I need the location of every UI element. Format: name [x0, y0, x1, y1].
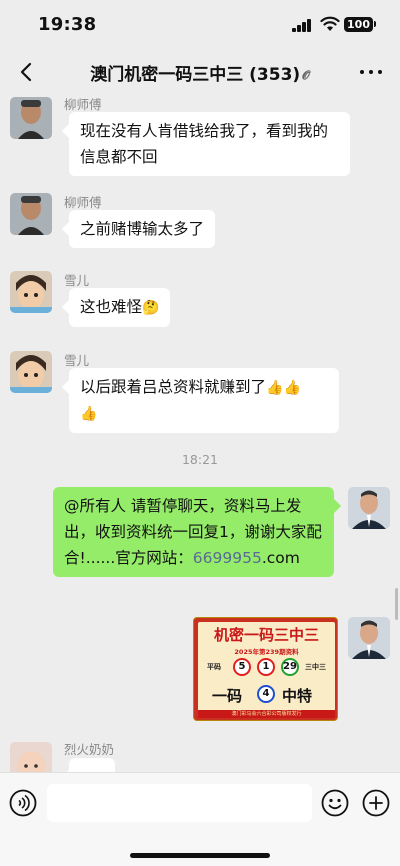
sender-name: 柳师傅	[64, 97, 102, 112]
avatar-liehuo-nainai[interactable]	[10, 742, 52, 772]
input-bar	[0, 772, 400, 866]
message-bubble[interactable]: 之前赌博输太多了	[69, 210, 216, 248]
message-bubble[interactable]	[69, 758, 115, 772]
wifi-icon	[320, 16, 340, 31]
back-chevron-icon[interactable]	[14, 58, 40, 86]
message-text: 以后跟着吕总资料就赚到了	[80, 378, 267, 396]
status-bar: 19:38 100	[0, 0, 400, 50]
sender-name: 烈火奶奶	[64, 742, 115, 757]
voice-input-icon[interactable]	[8, 788, 38, 818]
ball-number: 5	[233, 658, 251, 676]
battery-tip	[374, 21, 376, 27]
link-suffix: .com	[261, 549, 300, 567]
plus-icon[interactable]	[361, 788, 391, 818]
nav-bar: 澳门机密一码三中三 (353) 𝓞	[0, 50, 400, 94]
thumbs-up-icon: 👍	[80, 406, 98, 422]
sender-name: 雪儿	[64, 273, 90, 288]
ball-number: 1	[257, 658, 275, 676]
lottery-right-label: 三中三	[305, 663, 326, 671]
avatar-me[interactable]	[348, 617, 390, 659]
scroll-indicator[interactable]	[395, 588, 398, 620]
avatar-liushifu[interactable]	[10, 97, 52, 139]
my-message-bubble[interactable]: @所有人 请暂停聊天，资料马上发出，收到资料统一回复1，谢谢大家配合!.....…	[53, 487, 334, 577]
chat-title-text: 澳门机密一码三中三 (353)	[90, 65, 301, 85]
mute-ear-icon: 𝓞	[302, 67, 310, 82]
avatar-me[interactable]	[348, 487, 390, 529]
special-ball-number: 4	[257, 685, 275, 703]
message-input[interactable]	[47, 784, 312, 822]
sender-name: 柳师傅	[64, 195, 102, 210]
message-bubble[interactable]: 这也难怪🤔	[69, 288, 171, 327]
sender-name: 雪儿	[64, 353, 90, 368]
lottery-title: 机密一码三中三	[213, 626, 319, 644]
screen: 19:38 100 澳门机密一码三中三 (353) 𝓞 柳师傅 现在没有人肯借钱给…	[0, 0, 400, 866]
lottery-yima-right: 中特	[282, 687, 313, 705]
home-indicator	[130, 853, 270, 858]
lottery-yima-left: 一码	[212, 687, 243, 705]
lottery-image[interactable]: 机密一码三中三 2025年第239期资料 平码 5 1 29 三中三 一码 4 …	[193, 617, 338, 721]
clock: 19:38	[38, 14, 97, 35]
avatar-xueer[interactable]	[10, 351, 52, 393]
ball-number: 29	[281, 658, 299, 676]
lottery-footer: 澳门彩马会六合彩公司版权发行	[198, 710, 335, 718]
avatar-liushifu[interactable]	[10, 193, 52, 235]
cellular-signal-icon	[292, 19, 312, 32]
chat-area[interactable]: 柳师傅 现在没有人肯借钱给我了，看到我的信息都不回 柳师傅 之前赌博输太多了 雪…	[0, 94, 400, 772]
more-options-icon[interactable]	[358, 64, 384, 80]
thumbs-up-icon: 👍	[266, 379, 284, 396]
message-bubble[interactable]: 现在没有人肯借钱给我了，看到我的信息都不回	[69, 112, 350, 176]
battery-icon: 100	[344, 17, 373, 32]
avatar-xueer[interactable]	[10, 271, 52, 313]
lottery-left-label: 平码	[207, 663, 221, 671]
thumbs-up-icon: 👍	[283, 379, 301, 396]
emoji-icon[interactable]	[320, 788, 350, 818]
message-bubble[interactable]: 以后跟着吕总资料就赚到了👍👍 👍	[69, 368, 339, 433]
timestamp: 18:21	[181, 452, 219, 467]
thinking-emoji-icon: 🤔	[142, 299, 160, 316]
lottery-issue: 2025年第239期资料	[234, 648, 299, 656]
lottery-card: 机密一码三中三 2025年第239期资料 平码 5 1 29 三中三 一码 4 …	[198, 622, 335, 718]
message-text: 这也难怪	[80, 298, 143, 316]
website-link[interactable]: 6699955	[193, 549, 262, 567]
chat-title: 澳门机密一码三中三 (353) 𝓞	[60, 60, 340, 85]
